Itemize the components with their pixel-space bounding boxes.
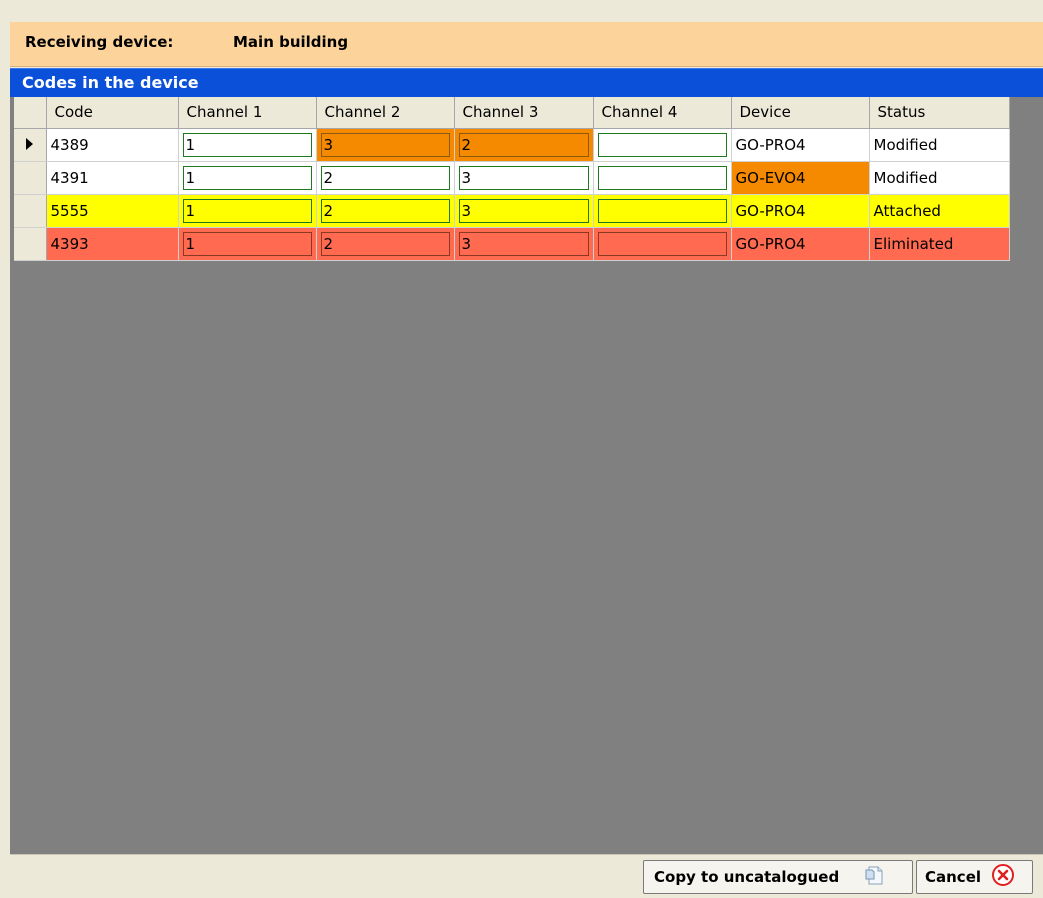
receiving-device-value: Main building xyxy=(233,33,349,51)
channel-2-input[interactable]: 3 xyxy=(320,132,450,157)
column-header-channel-3[interactable]: Channel 3 xyxy=(454,97,594,129)
row-selector[interactable] xyxy=(14,161,47,195)
channel-1-cell[interactable]: 1 xyxy=(178,194,317,228)
device-cell[interactable]: GO-PRO4 xyxy=(731,194,870,228)
channel-1-cell[interactable]: 1 xyxy=(178,128,317,162)
channel-1-input[interactable]: 1 xyxy=(182,132,312,157)
channel-1-input[interactable]: 1 xyxy=(182,231,312,256)
footer-bar: Copy to uncatalogued Cancel xyxy=(10,854,1043,898)
table-row[interactable]: 4393 1 2 3 GO-PRO4 Eliminated xyxy=(14,227,1010,261)
receiving-device-header: Receiving device: Main building xyxy=(10,22,1043,67)
channel-4-input[interactable] xyxy=(597,132,727,157)
table-row[interactable]: 5555 1 2 3 GO-PRO4 Attached xyxy=(14,194,1010,228)
status-cell[interactable]: Attached xyxy=(869,194,1010,228)
code-cell[interactable]: 4393 xyxy=(46,227,179,261)
table-row[interactable]: 4391 1 2 3 GO-EVO4 Modified xyxy=(14,161,1010,195)
row-selector[interactable] xyxy=(14,194,47,228)
device-cell[interactable]: GO-PRO4 xyxy=(731,128,870,162)
channel-3-input[interactable]: 2 xyxy=(458,132,589,157)
device-cell[interactable]: GO-EVO4 xyxy=(731,161,870,195)
table-row[interactable]: 4389 1 3 2 GO-PRO4 Modified xyxy=(14,128,1010,162)
status-cell[interactable]: Eliminated xyxy=(869,227,1010,261)
cancel-button[interactable]: Cancel xyxy=(916,860,1033,894)
codes-grid-area: Code Channel 1 Channel 2 Channel 3 Chann… xyxy=(10,97,1043,854)
cancel-button-label: Cancel xyxy=(925,868,982,886)
channel-3-cell[interactable]: 3 xyxy=(454,194,594,228)
channel-2-cell[interactable]: 2 xyxy=(316,161,455,195)
column-header-code[interactable]: Code xyxy=(46,97,179,129)
column-header-status[interactable]: Status xyxy=(869,97,1010,129)
code-cell[interactable]: 5555 xyxy=(46,194,179,228)
channel-1-input[interactable]: 1 xyxy=(182,198,312,223)
column-header-device[interactable]: Device xyxy=(731,97,870,129)
status-cell[interactable]: Modified xyxy=(869,128,1010,162)
channel-3-cell[interactable]: 2 xyxy=(454,128,594,162)
codes-panel-title: Codes in the device xyxy=(10,68,1043,98)
grid-corner xyxy=(14,97,47,129)
channel-4-input[interactable] xyxy=(597,198,727,223)
channel-2-input[interactable]: 2 xyxy=(320,231,450,256)
status-cell[interactable]: Modified xyxy=(869,161,1010,195)
channel-1-cell[interactable]: 1 xyxy=(178,227,317,261)
channel-3-input[interactable]: 3 xyxy=(458,165,589,190)
channel-2-cell[interactable]: 3 xyxy=(316,128,455,162)
code-cell[interactable]: 4391 xyxy=(46,161,179,195)
channel-2-input[interactable]: 2 xyxy=(320,198,450,223)
channel-4-cell[interactable] xyxy=(593,194,732,228)
channel-1-cell[interactable]: 1 xyxy=(178,161,317,195)
channel-3-cell[interactable]: 3 xyxy=(454,161,594,195)
row-selector[interactable] xyxy=(14,128,47,162)
codes-grid: Code Channel 1 Channel 2 Channel 3 Chann… xyxy=(14,97,1010,261)
cancel-x-icon xyxy=(991,863,1015,891)
channel-4-cell[interactable] xyxy=(593,128,732,162)
channel-4-input[interactable] xyxy=(597,165,727,190)
top-strip xyxy=(0,0,1043,22)
channel-2-cell[interactable]: 2 xyxy=(316,194,455,228)
current-row-arrow-icon xyxy=(26,137,34,150)
column-header-channel-1[interactable]: Channel 1 xyxy=(178,97,317,129)
channel-4-cell[interactable] xyxy=(593,227,732,261)
channel-3-input[interactable]: 3 xyxy=(458,231,589,256)
copy-document-icon xyxy=(863,864,885,890)
channel-2-cell[interactable]: 2 xyxy=(316,227,455,261)
copy-button-label: Copy to uncatalogued xyxy=(654,868,840,886)
channel-1-input[interactable]: 1 xyxy=(182,165,312,190)
channel-3-input[interactable]: 3 xyxy=(458,198,589,223)
channel-4-input[interactable] xyxy=(597,231,727,256)
receiving-device-label: Receiving device: xyxy=(25,33,174,51)
channel-2-input[interactable]: 2 xyxy=(320,165,450,190)
code-cell[interactable]: 4389 xyxy=(46,128,179,162)
copy-to-uncatalogued-button[interactable]: Copy to uncatalogued xyxy=(643,860,913,894)
device-cell[interactable]: GO-PRO4 xyxy=(731,227,870,261)
channel-4-cell[interactable] xyxy=(593,161,732,195)
grid-header-row: Code Channel 1 Channel 2 Channel 3 Chann… xyxy=(14,97,1010,129)
column-header-channel-4[interactable]: Channel 4 xyxy=(593,97,732,129)
row-selector[interactable] xyxy=(14,227,47,261)
codes-panel-title-text: Codes in the device xyxy=(22,73,199,92)
channel-3-cell[interactable]: 3 xyxy=(454,227,594,261)
column-header-channel-2[interactable]: Channel 2 xyxy=(316,97,455,129)
